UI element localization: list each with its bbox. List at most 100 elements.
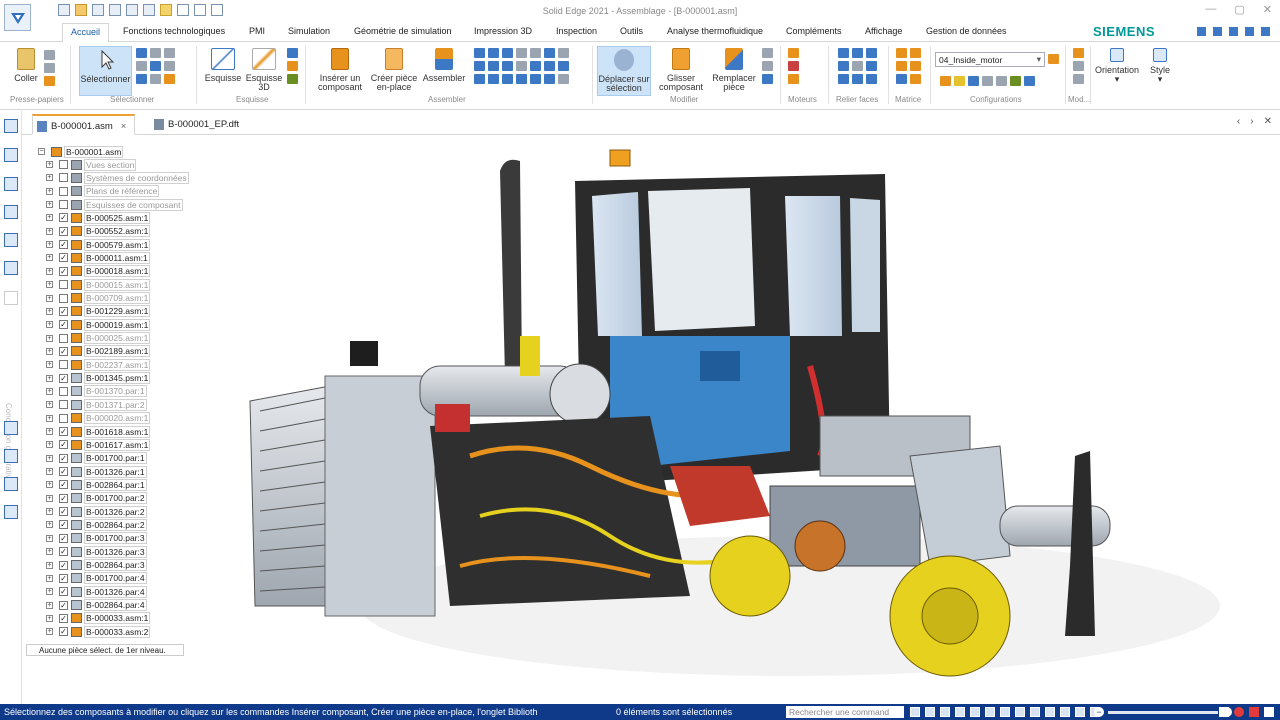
collapse-icon[interactable]: −	[38, 148, 45, 155]
visibility-checkbox[interactable]: ✓	[59, 533, 68, 543]
pattern-icon[interactable]	[896, 61, 907, 71]
visibility-checkbox[interactable]	[59, 200, 68, 210]
orientation-button[interactable]: Orientation ▾	[1094, 48, 1140, 84]
visibility-checkbox[interactable]: ✓	[59, 240, 68, 250]
tab-impression-3d[interactable]: Impression 3D	[474, 26, 532, 36]
mod-tool-icon[interactable]	[1073, 48, 1084, 58]
config-tool-icon[interactable]	[1010, 76, 1021, 86]
close-button[interactable]: ✕	[1263, 3, 1272, 16]
tab-geometrie-simulation[interactable]: Géométrie de simulation	[354, 26, 452, 36]
tree-item[interactable]: + ✓ B-001326.par:2	[46, 505, 147, 518]
rotate-icon[interactable]	[970, 707, 980, 717]
expand-icon[interactable]: +	[46, 214, 53, 222]
tree-item[interactable]: + B-000025.asm:1	[46, 332, 151, 345]
tree-item[interactable]: + ✓ B-001700.par:3	[46, 532, 147, 545]
visibility-checkbox[interactable]: ✓	[59, 467, 68, 477]
tree-item[interactable]: + ✓ B-001345.psm:1	[46, 372, 151, 385]
relation-icon[interactable]	[516, 48, 527, 58]
visibility-checkbox[interactable]: ✓	[59, 627, 68, 637]
visibility-checkbox[interactable]	[59, 160, 68, 169]
tab-accueil[interactable]: Accueil	[62, 23, 110, 43]
assembler-button[interactable]: Assembler	[421, 48, 467, 83]
tree-item[interactable]: + B-001371.par:2	[46, 398, 147, 411]
tree-item[interactable]: + ✓ B-001700.par:4	[46, 572, 147, 585]
tree-root[interactable]: − B-000001.asm	[38, 145, 124, 158]
pathfinder-icon[interactable]	[4, 119, 18, 133]
tree-item[interactable]: + ✓ B-000525.asm:1	[46, 211, 151, 224]
tab-fonctions-technologiques[interactable]: Fonctions technologiques	[123, 26, 225, 36]
grid-icon[interactable]	[1075, 707, 1085, 717]
visibility-checkbox[interactable]: ✓	[59, 427, 68, 436]
visibility-checkbox[interactable]: ✓	[59, 306, 68, 316]
select-tool-icon[interactable]	[136, 61, 147, 71]
visibility-checkbox[interactable]: ✓	[59, 226, 68, 236]
tree-item[interactable]: + ✓ B-001700.par:1	[46, 452, 147, 465]
render-icon[interactable]	[1000, 707, 1010, 717]
select-tool-icon[interactable]	[136, 48, 147, 58]
expand-icon[interactable]: +	[46, 441, 53, 449]
appearance-icon[interactable]	[4, 205, 18, 219]
expand-icon[interactable]: +	[46, 481, 53, 489]
face-relate-icon[interactable]	[866, 61, 877, 71]
sculpt-icon[interactable]	[1030, 707, 1040, 717]
cut-icon[interactable]	[44, 50, 55, 60]
tab-pmi[interactable]: PMI	[249, 26, 265, 36]
expand-icon[interactable]: +	[46, 334, 53, 342]
structure-icon[interactable]	[4, 449, 18, 463]
visibility-checkbox[interactable]: ✓	[59, 480, 68, 490]
tab-inspection[interactable]: Inspection	[556, 26, 597, 36]
visibility-checkbox[interactable]	[59, 360, 68, 370]
face-relate-icon[interactable]	[838, 48, 849, 58]
expand-icon[interactable]: +	[46, 321, 53, 329]
motor-icon[interactable]	[788, 48, 799, 58]
tree-item[interactable]: + ✓ B-001326.par:4	[46, 585, 147, 598]
face-relate-icon[interactable]	[852, 61, 863, 71]
reports-icon[interactable]	[4, 477, 18, 491]
expand-icon[interactable]: +	[46, 428, 53, 435]
style-button[interactable]: Style ▾	[1146, 48, 1174, 84]
config-tool-icon[interactable]	[1024, 76, 1035, 86]
modify-tool-icon[interactable]	[762, 74, 773, 84]
motor-icon[interactable]	[788, 74, 799, 84]
format-painter-icon[interactable]	[44, 76, 55, 86]
tab-analyse-thermofluidique[interactable]: Analyse thermofluidique	[667, 26, 763, 36]
visibility-checkbox[interactable]: ✓	[59, 560, 68, 570]
visibility-checkbox[interactable]: ✓	[59, 573, 68, 583]
expand-icon[interactable]: +	[46, 387, 53, 395]
ribbon-options-icon[interactable]	[1213, 27, 1222, 36]
library-icon[interactable]	[4, 233, 18, 247]
visibility-checkbox[interactable]: ✓	[59, 373, 68, 383]
relation-icon[interactable]	[530, 61, 541, 71]
close-all-icon[interactable]: ✕	[1264, 116, 1272, 127]
layers-icon[interactable]	[4, 148, 18, 162]
tree-item[interactable]: + B-000709.asm:1	[46, 292, 151, 305]
tree-item[interactable]: + ✓ B-000033.asm:2	[46, 625, 151, 638]
video-icon[interactable]	[1249, 707, 1259, 717]
relation-icon[interactable]	[558, 48, 569, 58]
inserer-composant-button[interactable]: Insérer un composant	[312, 48, 368, 92]
relation-icon[interactable]	[474, 48, 485, 58]
tree-item[interactable]: + ✓ B-000018.asm:1	[46, 265, 151, 278]
visibility-checkbox[interactable]: ✓	[59, 440, 68, 450]
expand-icon[interactable]: +	[46, 521, 53, 529]
face-relate-icon[interactable]	[852, 48, 863, 58]
glisser-composant-button[interactable]: Glisser composant	[653, 48, 709, 92]
pattern-icon[interactable]	[910, 48, 921, 58]
relation-icon[interactable]	[530, 74, 541, 84]
pan-icon[interactable]	[955, 707, 965, 717]
help-panel-icon[interactable]	[4, 177, 18, 191]
family-parts-icon[interactable]	[4, 421, 18, 435]
minimize-button[interactable]: —	[1205, 3, 1216, 16]
chevron-left-icon[interactable]: ‹	[1237, 116, 1240, 127]
face-relate-icon[interactable]	[866, 74, 877, 84]
modify-tool-icon[interactable]	[762, 61, 773, 71]
expand-icon[interactable]: +	[46, 614, 53, 622]
visibility-checkbox[interactable]	[59, 173, 68, 183]
relation-icon[interactable]	[544, 61, 555, 71]
doc-tab-dft[interactable]: B-000001_EP.dft	[150, 114, 247, 135]
tab-outils[interactable]: Outils	[620, 26, 643, 36]
expand-icon[interactable]: +	[46, 307, 53, 315]
expand-icon[interactable]: +	[46, 534, 53, 542]
expand-icon[interactable]: +	[46, 548, 53, 556]
visibility-checkbox[interactable]: ✓	[59, 453, 68, 463]
